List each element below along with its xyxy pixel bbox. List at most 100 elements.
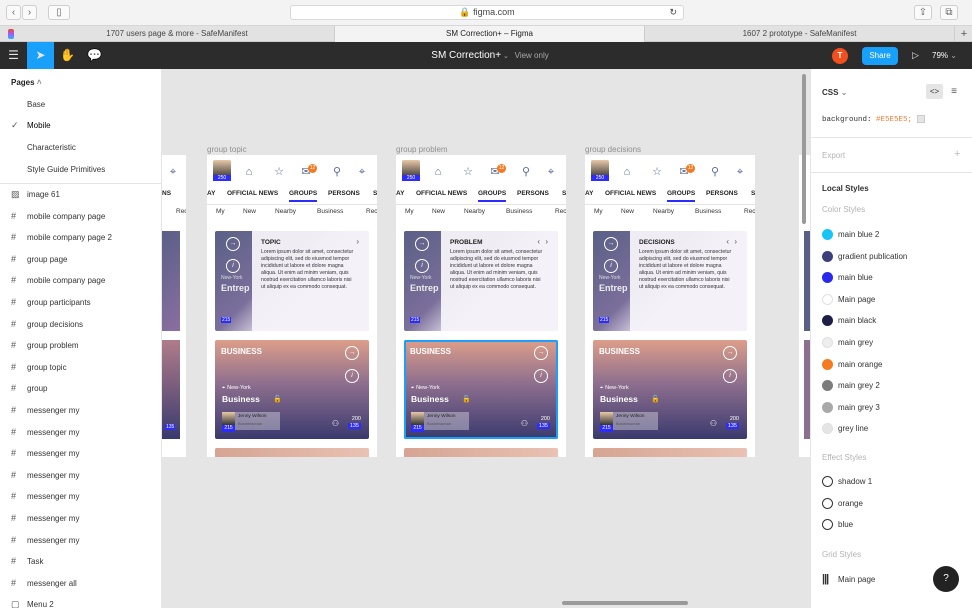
- horizontal-scrollbar[interactable]: [562, 601, 688, 605]
- file-title[interactable]: SM Correction+ ⌄ View only: [380, 42, 600, 69]
- hand-tool-icon[interactable]: ✋: [54, 42, 81, 69]
- star-icon[interactable]: ☆: [650, 165, 664, 179]
- enter-icon[interactable]: →: [415, 237, 429, 251]
- move-tool-icon[interactable]: ➤: [27, 42, 54, 69]
- business-card[interactable]: BUSINESS → i ⌖ New-York Business 🔓 Jenny Wilson…: [215, 340, 369, 439]
- code-view-icon[interactable]: <>: [926, 84, 943, 99]
- phone-frame[interactable]: 250 ⌂ ☆ ✉ ⚲ ⌖ 12 AY OFFICIAL NEWS GROUPS PERSONS S M…: [207, 155, 377, 457]
- pages-header[interactable]: Pages ˄: [11, 78, 41, 87]
- effect-style-item[interactable]: blue: [811, 517, 972, 533]
- search-icon[interactable]: ⚲: [519, 165, 533, 179]
- avatar[interactable]: 250: [591, 160, 609, 181]
- subtab[interactable]: Business: [317, 208, 343, 218]
- chevron-right-icon[interactable]: ›: [356, 237, 359, 246]
- frame-label[interactable]: group problem: [396, 145, 448, 154]
- enter-icon[interactable]: →: [226, 237, 240, 251]
- layer-item[interactable]: # group: [0, 378, 161, 399]
- layer-item[interactable]: # messenger my: [0, 465, 161, 486]
- color-style-item[interactable]: main black: [811, 313, 972, 329]
- layer-item[interactable]: # messenger my: [0, 400, 161, 421]
- category-tab[interactable]: AY: [585, 190, 593, 202]
- home-icon[interactable]: ⌂: [242, 165, 256, 179]
- category-tab-active[interactable]: GROUPS: [289, 190, 318, 202]
- layer-item[interactable]: # group decisions: [0, 314, 161, 335]
- layer-item[interactable]: # messenger all: [0, 573, 161, 594]
- category-tab-active[interactable]: GROUPS: [667, 190, 696, 202]
- enter-icon[interactable]: →: [604, 237, 618, 251]
- tabs-overview-icon[interactable]: ⧉: [940, 5, 958, 20]
- layer-item[interactable]: ▨ image 61: [0, 184, 161, 205]
- layer-item[interactable]: # messenger my: [0, 508, 161, 529]
- search-icon[interactable]: ⚲: [708, 165, 722, 179]
- info-icon[interactable]: i: [415, 259, 429, 273]
- category-tab[interactable]: S: [562, 190, 566, 202]
- category-tab[interactable]: S: [373, 190, 377, 202]
- info-icon[interactable]: i: [723, 369, 737, 383]
- business-card[interactable]: BUSINESS → i ⌖ New-York Business 🔓 Jenny Wilson…: [404, 340, 558, 439]
- enter-icon[interactable]: →: [723, 346, 737, 360]
- layer-item[interactable]: # group page: [0, 249, 161, 270]
- subtab[interactable]: My: [594, 208, 603, 218]
- layer-item[interactable]: # mobile company page 2: [0, 227, 161, 248]
- location-icon[interactable]: ⌖: [544, 165, 558, 179]
- layer-item[interactable]: # mobile company page: [0, 206, 161, 227]
- subtab[interactable]: Nearby: [464, 208, 485, 218]
- zoom-dropdown[interactable]: 79% ⌄: [932, 42, 957, 69]
- category-tab[interactable]: OFFICIAL NEWS: [227, 190, 278, 202]
- info-icon[interactable]: i: [604, 259, 618, 273]
- layer-item[interactable]: # messenger my: [0, 422, 161, 443]
- color-style-item[interactable]: gradient publication: [811, 249, 972, 265]
- new-tab-button[interactable]: +: [957, 26, 971, 42]
- canvas[interactable]: ⌖ NS Rec 135 group topic 250 ⌂ ☆ ✉ ⚲ ⌖ 12 AY OFFICIAL…: [162, 69, 810, 608]
- list-view-icon[interactable]: ≡: [947, 84, 961, 99]
- category-tab[interactable]: OFFICIAL NEWS: [416, 190, 467, 202]
- category-tab[interactable]: OFFICIAL NEWS: [605, 190, 656, 202]
- avatar[interactable]: T: [832, 48, 848, 64]
- layer-item[interactable]: # group participants: [0, 292, 161, 313]
- subtab[interactable]: Nearby: [275, 208, 296, 218]
- sidebar-toggle-icon[interactable]: ▯: [48, 5, 70, 20]
- chevron-right-icon[interactable]: ›: [545, 237, 548, 246]
- location-icon[interactable]: ⌖: [733, 165, 747, 179]
- browser-tab[interactable]: 1707 users page & more - SafeManifest: [20, 26, 335, 42]
- chevron-left-icon[interactable]: ‹: [537, 237, 540, 246]
- share-button[interactable]: Share: [862, 47, 898, 65]
- category-tab-active[interactable]: GROUPS: [478, 190, 507, 202]
- post-card[interactable]: Entrep New-York 215 → i DECISIONS Lorem ipsum …: [593, 231, 747, 331]
- category-tab[interactable]: PERSONS: [517, 190, 549, 202]
- star-icon[interactable]: ☆: [272, 165, 286, 179]
- frame-label[interactable]: group topic: [207, 145, 247, 154]
- category-tab[interactable]: PERSONS: [706, 190, 738, 202]
- page-item-base[interactable]: Base: [0, 94, 161, 115]
- page-item-characteristic[interactable]: Characteristic: [0, 137, 161, 158]
- search-icon[interactable]: ⚲: [330, 165, 344, 179]
- phone-frame[interactable]: 250 ⌂ ☆ ✉ ⚲ ⌖ 12 AY OFFICIAL NEWS GROUPS PERSONS S M…: [585, 155, 755, 457]
- phone-frame-partial[interactable]: ⌖ NS Rec 135: [162, 155, 186, 457]
- subtab[interactable]: New: [432, 208, 445, 218]
- effect-style-item[interactable]: shadow 1: [811, 474, 972, 490]
- layer-item[interactable]: # messenger my: [0, 530, 161, 551]
- category-tab[interactable]: AY: [396, 190, 404, 202]
- subtab[interactable]: Business: [695, 208, 721, 218]
- layer-item[interactable]: # Task: [0, 551, 161, 572]
- share-icon[interactable]: ⇪: [914, 5, 932, 20]
- enter-icon[interactable]: →: [534, 346, 548, 360]
- layer-item[interactable]: # messenger my: [0, 486, 161, 507]
- color-style-item[interactable]: main grey 2: [811, 378, 972, 394]
- category-tab[interactable]: PERSONS: [328, 190, 360, 202]
- subtab[interactable]: Rec: [555, 208, 566, 218]
- browser-tab[interactable]: 1607 2 prototype - SafeManifest: [645, 26, 955, 42]
- layer-item[interactable]: # group problem: [0, 335, 161, 356]
- info-icon[interactable]: i: [345, 369, 359, 383]
- subtab[interactable]: New: [243, 208, 256, 218]
- color-style-item[interactable]: main blue: [811, 270, 972, 286]
- browser-tab-active[interactable]: SM Correction+ – Figma: [335, 26, 645, 42]
- color-style-item[interactable]: main grey 3: [811, 400, 972, 416]
- page-item-mobile[interactable]: ✓ Mobile: [0, 115, 161, 136]
- color-style-item[interactable]: main grey: [811, 335, 972, 351]
- effect-style-item[interactable]: orange: [811, 496, 972, 512]
- address-bar[interactable]: 🔒 figma.com ↻: [290, 5, 684, 20]
- post-card[interactable]: Entrep New-York 215 → i PROBLEM Lorem ipsum do…: [404, 231, 558, 331]
- avatar[interactable]: 250: [402, 160, 420, 181]
- subtab[interactable]: Business: [506, 208, 532, 218]
